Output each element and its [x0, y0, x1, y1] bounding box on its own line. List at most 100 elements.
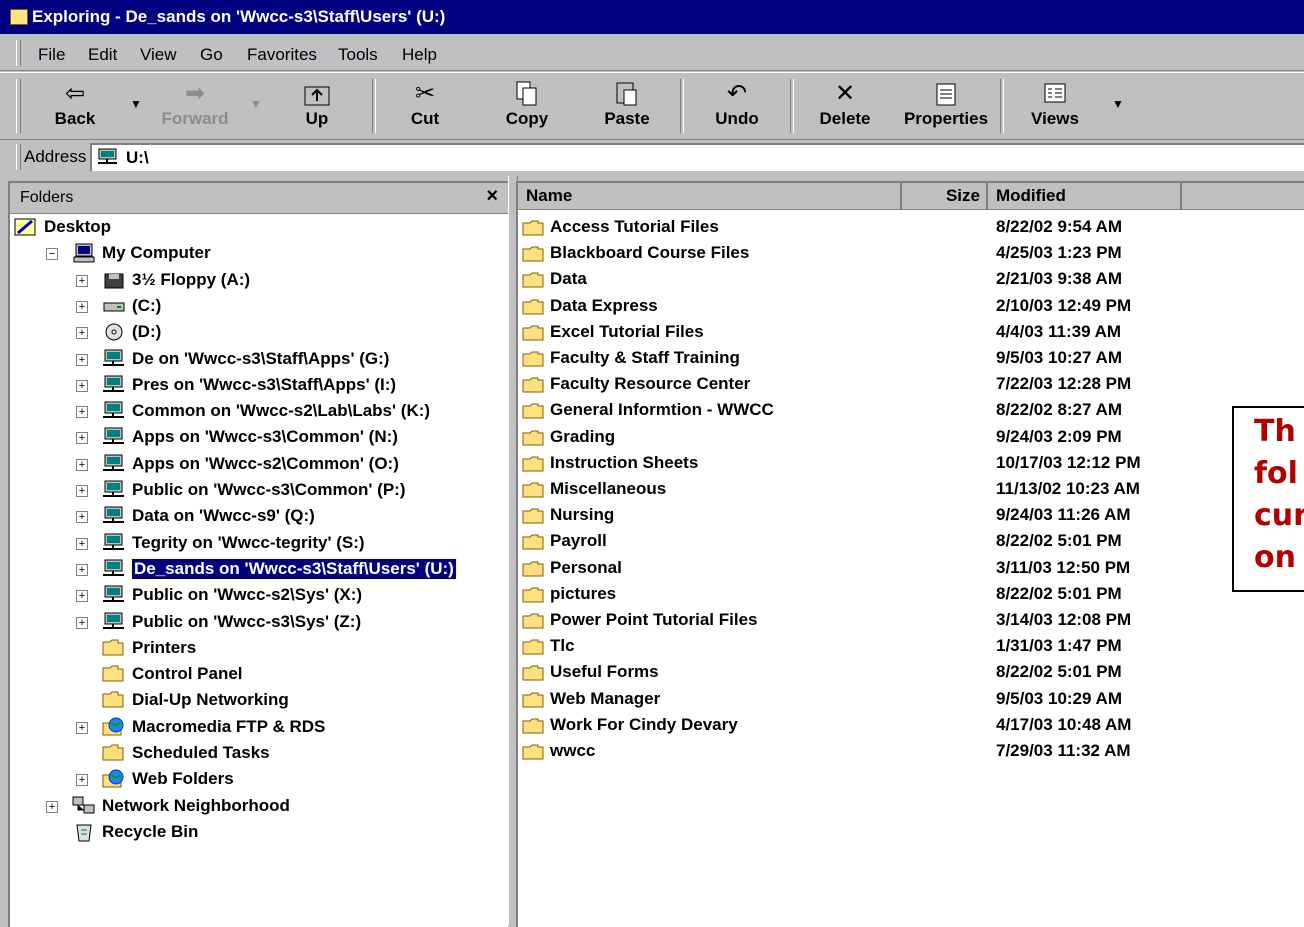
expand-toggle-icon[interactable]: +: [76, 537, 88, 550]
menu-tools[interactable]: Tools: [338, 45, 378, 65]
file-list-row[interactable]: Tlc 1/31/03 1:47 PM: [518, 634, 1278, 660]
menu-file[interactable]: File: [38, 45, 65, 65]
file-list-row[interactable]: Access Tutorial Files 8/22/02 9:54 AM: [518, 215, 1278, 241]
file-list-row[interactable]: Work For Cindy Devary 4/17/03 10:48 AM: [518, 713, 1278, 739]
file-list-row[interactable]: wwcc 7/29/03 11:32 AM: [518, 739, 1278, 765]
file-modified: 7/29/03 11:32 AM: [996, 741, 1131, 760]
network-drive-icon: [102, 401, 124, 421]
file-name: Data Express: [550, 295, 658, 315]
file-name: Miscellaneous: [550, 479, 667, 498]
expand-toggle-icon[interactable]: +: [76, 458, 88, 471]
expand-toggle-icon[interactable]: +: [76, 274, 88, 287]
expand-toggle-icon[interactable]: +: [76, 616, 88, 629]
file-list-row[interactable]: Data 2/21/03 9:38 AM: [518, 267, 1278, 293]
file-modified: 4/17/03 10:48 AM: [996, 714, 1132, 734]
column-header-size[interactable]: Size: [902, 183, 988, 210]
file-list-row[interactable]: Useful Forms 8/22/02 5:01 PM: [518, 660, 1278, 686]
menu-view[interactable]: View: [140, 45, 177, 65]
expand-toggle-icon[interactable]: +: [76, 721, 88, 734]
file-list-row[interactable]: Payroll 8/22/02 5:01 PM: [518, 529, 1278, 555]
menu-go[interactable]: Go: [200, 45, 223, 65]
file-modified: 9/24/03 11:26 AM: [996, 505, 1131, 525]
folders-pane-header: Folders ×: [10, 183, 508, 214]
file-list-row[interactable]: General Informtion - WWCC 8/22/02 8:27 AM: [518, 398, 1278, 424]
file-list-row[interactable]: Nursing 9/24/03 11:26 AM: [518, 503, 1278, 529]
undo-button[interactable]: ↶ Undo: [692, 77, 782, 135]
tree-item-label: Pres on 'Wwcc-s3\Staff\Apps' (I:): [132, 374, 397, 394]
expand-toggle-icon[interactable]: +: [76, 774, 88, 787]
explorer-window-icon[interactable]: [10, 9, 28, 25]
paste-button[interactable]: Paste: [582, 77, 672, 135]
column-header-name[interactable]: Name: [518, 183, 902, 210]
properties-button[interactable]: Properties: [900, 77, 992, 135]
expand-toggle-icon[interactable]: +: [76, 485, 88, 497]
menu-help[interactable]: Help: [402, 45, 437, 65]
folder-icon: [522, 534, 544, 550]
forward-dropdown-icon[interactable]: ▼: [250, 97, 262, 111]
file-list-row[interactable]: Excel Tutorial Files 4/4/03 11:39 AM: [518, 320, 1278, 346]
expand-toggle-icon[interactable]: +: [76, 511, 88, 524]
folders-pane-title: Folders: [20, 189, 74, 206]
address-input[interactable]: [124, 147, 628, 169]
file-name: Data: [550, 269, 587, 289]
tree-item-label: Desktop: [44, 217, 112, 236]
toolbar-grip[interactable]: [16, 79, 21, 133]
file-name: Useful Forms: [550, 662, 659, 682]
forward-button[interactable]: ➡ Forward: [150, 77, 240, 135]
views-button[interactable]: Views: [1010, 77, 1100, 135]
file-list-row[interactable]: Power Point Tutorial Files 3/14/03 12:08 …: [518, 608, 1278, 634]
column-header-modified[interactable]: Modified: [988, 183, 1182, 210]
file-list-row[interactable]: Faculty Resource Center 7/22/03 12:28 PM: [518, 372, 1278, 398]
expand-toggle-icon[interactable]: +: [76, 300, 88, 313]
expand-toggle-icon[interactable]: +: [76, 353, 88, 366]
address-grip[interactable]: [16, 144, 21, 170]
file-list-row[interactable]: Grading 9/24/03 2:09 PM: [518, 425, 1278, 451]
expand-toggle-icon[interactable]: +: [76, 406, 88, 419]
tree-item-label: Dial-Up Networking: [132, 690, 289, 710]
column-header-empty[interactable]: [1182, 183, 1304, 210]
file-list-row[interactable]: Faculty & Staff Training 9/5/03 10:27 AM: [518, 346, 1278, 372]
file-modified: 8/22/02 8:27 AM: [996, 400, 1122, 420]
network-drive-icon: [102, 375, 124, 395]
ftp-icon: [102, 717, 124, 737]
file-name: Faculty Resource Center: [550, 374, 751, 394]
file-list-row[interactable]: Miscellaneous 11/13/02 10:23 AM: [518, 477, 1278, 503]
file-list-row[interactable]: Blackboard Course Files 4/25/03 1:23 PM: [518, 241, 1278, 267]
expand-toggle-icon[interactable]: +: [76, 563, 88, 576]
undo-icon: ↶: [726, 80, 748, 107]
folders-pane: Folders × Desktop − My Computer +3½ Floppy …: [8, 181, 508, 927]
tree-item-label: Printers: [132, 637, 197, 657]
folder-icon: [522, 744, 544, 760]
folder-icon: [522, 430, 544, 446]
file-list-row[interactable]: Web Manager 9/5/03 10:29 AM: [518, 687, 1278, 713]
delete-button[interactable]: ✕ Delete: [800, 77, 890, 135]
file-list-row[interactable]: Data Express 2/10/03 12:49 PM: [518, 294, 1278, 320]
close-icon[interactable]: ×: [486, 185, 498, 208]
cut-button[interactable]: ✂ Cut: [380, 77, 470, 135]
tree-item-label: My Computer: [102, 243, 211, 263]
file-modified: 2/10/03 12:49 PM: [996, 295, 1132, 315]
expand-toggle-icon[interactable]: +: [76, 590, 88, 603]
expand-toggle-icon[interactable]: +: [76, 432, 88, 445]
back-dropdown-icon[interactable]: ▼: [130, 97, 142, 111]
back-button[interactable]: ⇦ Back: [30, 77, 120, 135]
expand-toggle-icon[interactable]: +: [46, 800, 58, 813]
expand-toggle-icon[interactable]: +: [76, 379, 88, 392]
file-modified: 3/11/03 12:50 PM: [996, 557, 1131, 577]
file-modified: 3/14/03 12:08 PM: [996, 610, 1132, 629]
address-box[interactable]: [90, 143, 1304, 171]
expand-toggle-icon[interactable]: +: [76, 327, 88, 340]
tree-item-label: Control Panel: [132, 664, 243, 684]
copy-button[interactable]: Copy: [482, 77, 572, 135]
up-button[interactable]: Up: [272, 77, 362, 135]
menubar-grip[interactable]: [16, 40, 21, 66]
address-label: Address: [24, 147, 87, 166]
menu-edit[interactable]: Edit: [88, 45, 117, 65]
file-list-row[interactable]: Instruction Sheets 10/17/03 12:12 PM: [518, 451, 1278, 477]
file-list-row[interactable]: pictures 8/22/02 5:01 PM: [518, 582, 1278, 608]
file-list-row[interactable]: Personal 3/11/03 12:50 PM: [518, 556, 1278, 582]
menu-favorites[interactable]: Favorites: [247, 45, 317, 65]
views-dropdown-icon[interactable]: ▼: [1112, 97, 1124, 111]
annotation-callout: Th fol cur on: [1232, 406, 1304, 592]
collapse-toggle-icon[interactable]: −: [46, 248, 58, 261]
